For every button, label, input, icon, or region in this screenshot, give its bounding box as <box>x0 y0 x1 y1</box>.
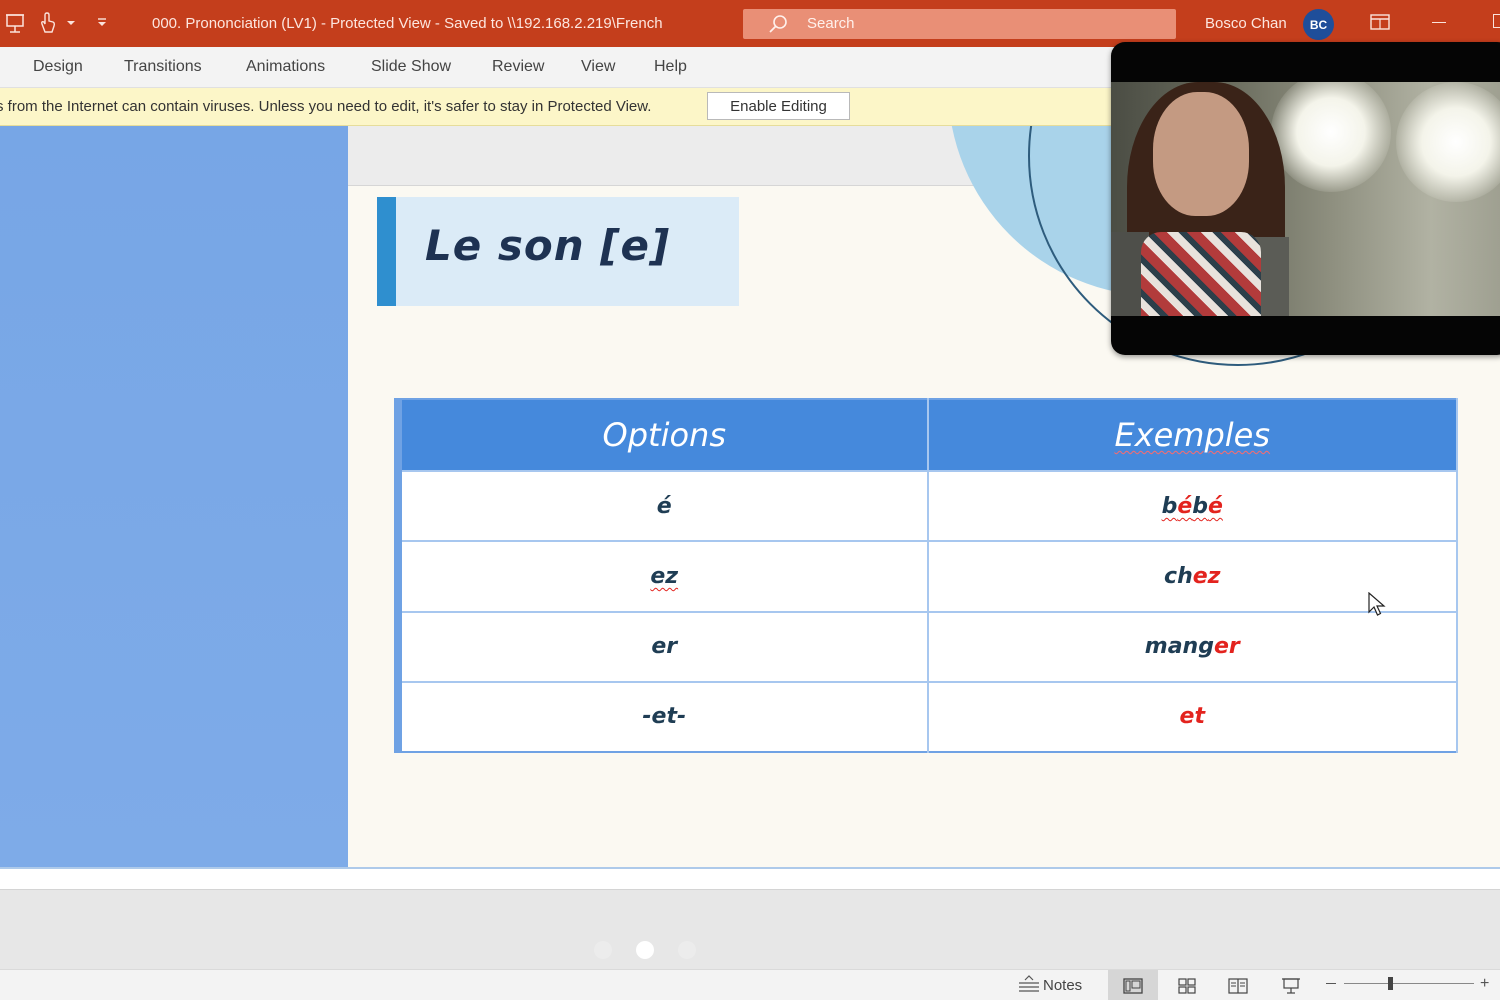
video-feed <box>1111 82 1500 316</box>
zoom-slider[interactable] <box>1344 983 1474 984</box>
background-light <box>1271 82 1391 192</box>
title-bar: 000. Prononciation (LV1) - Protected Vie… <box>0 0 1500 47</box>
notes-icon <box>1018 974 1040 997</box>
notes-label: Notes <box>1043 977 1083 994</box>
person-face <box>1153 92 1249 216</box>
option-text: er <box>651 634 678 660</box>
search-icon[interactable] <box>768 14 788 39</box>
status-bar: Notes + <box>0 969 1500 1000</box>
header-options-label: Options <box>602 416 726 455</box>
sound-table[interactable]: Options Exemples é bébé ez chez er mange… <box>394 398 1458 753</box>
video-call-overlay[interactable] <box>1111 42 1500 355</box>
tab-animations[interactable]: Animations <box>246 58 325 76</box>
option-cell[interactable]: er <box>398 610 929 682</box>
restore-icon[interactable] <box>1493 14 1500 28</box>
example-highlight: ez <box>1192 563 1221 589</box>
user-name[interactable]: Bosco Chan <box>1205 15 1287 32</box>
protected-view-message: s from the Internet can contain viruses.… <box>0 98 652 115</box>
example-highlight: er <box>1213 634 1240 660</box>
table-header-row: Options Exemples <box>398 399 1458 472</box>
zoom-slider-thumb[interactable] <box>1388 977 1393 990</box>
option-text: ez <box>650 563 679 589</box>
tab-design[interactable]: Design <box>33 58 83 76</box>
slide-sorter-icon[interactable] <box>1172 973 1202 998</box>
page-dot[interactable] <box>594 941 612 959</box>
slide-bottom-strip <box>0 867 1500 889</box>
option-cell[interactable]: -et- <box>398 680 929 752</box>
zoom-out-icon[interactable] <box>1326 983 1336 984</box>
option-cell[interactable]: é <box>398 470 929 542</box>
header-exemples-label: Exemples <box>1114 416 1271 455</box>
example-highlight: é <box>1208 493 1223 519</box>
minimize-icon[interactable] <box>1432 22 1446 23</box>
example-cell[interactable]: bébé <box>927 470 1458 542</box>
enable-editing-button[interactable]: Enable Editing <box>707 92 850 120</box>
example-prefix: b <box>1161 493 1178 519</box>
table-row: er manger <box>398 610 1458 682</box>
slide-title[interactable]: Le son [e] <box>425 221 670 270</box>
tab-review[interactable]: Review <box>492 58 544 76</box>
table-row: é bébé <box>398 470 1458 542</box>
touch-mode-icon[interactable] <box>37 10 57 36</box>
customize-toolbar-icon[interactable] <box>94 10 110 36</box>
present-from-start-icon[interactable] <box>4 10 26 36</box>
tab-transitions[interactable]: Transitions <box>124 58 202 76</box>
example-middle: b <box>1192 493 1208 519</box>
ribbon-display-options-icon[interactable] <box>1370 14 1390 35</box>
example-highlight: é <box>1177 493 1193 519</box>
background-light <box>1396 82 1500 202</box>
slideshow-icon[interactable] <box>1276 973 1306 998</box>
tab-view[interactable]: View <box>581 58 615 76</box>
example-prefix: ch <box>1164 563 1193 589</box>
table-row: ez chez <box>398 540 1458 612</box>
page-dot[interactable] <box>678 941 696 959</box>
search-placeholder[interactable]: Search <box>807 15 855 32</box>
notes-pane[interactable] <box>0 889 1500 969</box>
option-cell[interactable]: ez <box>398 540 929 612</box>
person-shirt <box>1141 232 1261 316</box>
example-word: bébé <box>1162 494 1223 519</box>
title-accent-bar <box>377 197 396 306</box>
document-title: 000. Prononciation (LV1) - Protected Vie… <box>152 15 663 32</box>
tab-slide-show[interactable]: Slide Show <box>371 58 451 76</box>
example-highlight: et <box>1179 704 1205 730</box>
example-prefix: mang <box>1144 634 1214 660</box>
avatar[interactable]: BC <box>1303 9 1334 40</box>
header-options: Options <box>398 399 929 472</box>
normal-view-icon[interactable] <box>1108 970 1158 1000</box>
table-row: -et- et <box>398 680 1458 752</box>
example-cell[interactable]: et <box>927 680 1458 752</box>
option-text: é <box>656 493 672 519</box>
reading-view-icon[interactable] <box>1223 973 1253 998</box>
tab-help[interactable]: Help <box>654 58 687 76</box>
notes-button[interactable]: Notes <box>1018 973 1082 998</box>
zoom-in-icon[interactable]: + <box>1480 976 1489 992</box>
mouse-cursor-icon <box>1368 591 1386 623</box>
option-text: -et- <box>642 704 687 730</box>
dropdown-icon[interactable] <box>64 10 78 36</box>
header-exemples: Exemples <box>927 399 1458 472</box>
slide-title-box[interactable]: Le son [e] <box>377 197 739 306</box>
page-dot-active[interactable] <box>636 941 654 959</box>
slide-thumbnail-pane[interactable] <box>0 126 348 867</box>
